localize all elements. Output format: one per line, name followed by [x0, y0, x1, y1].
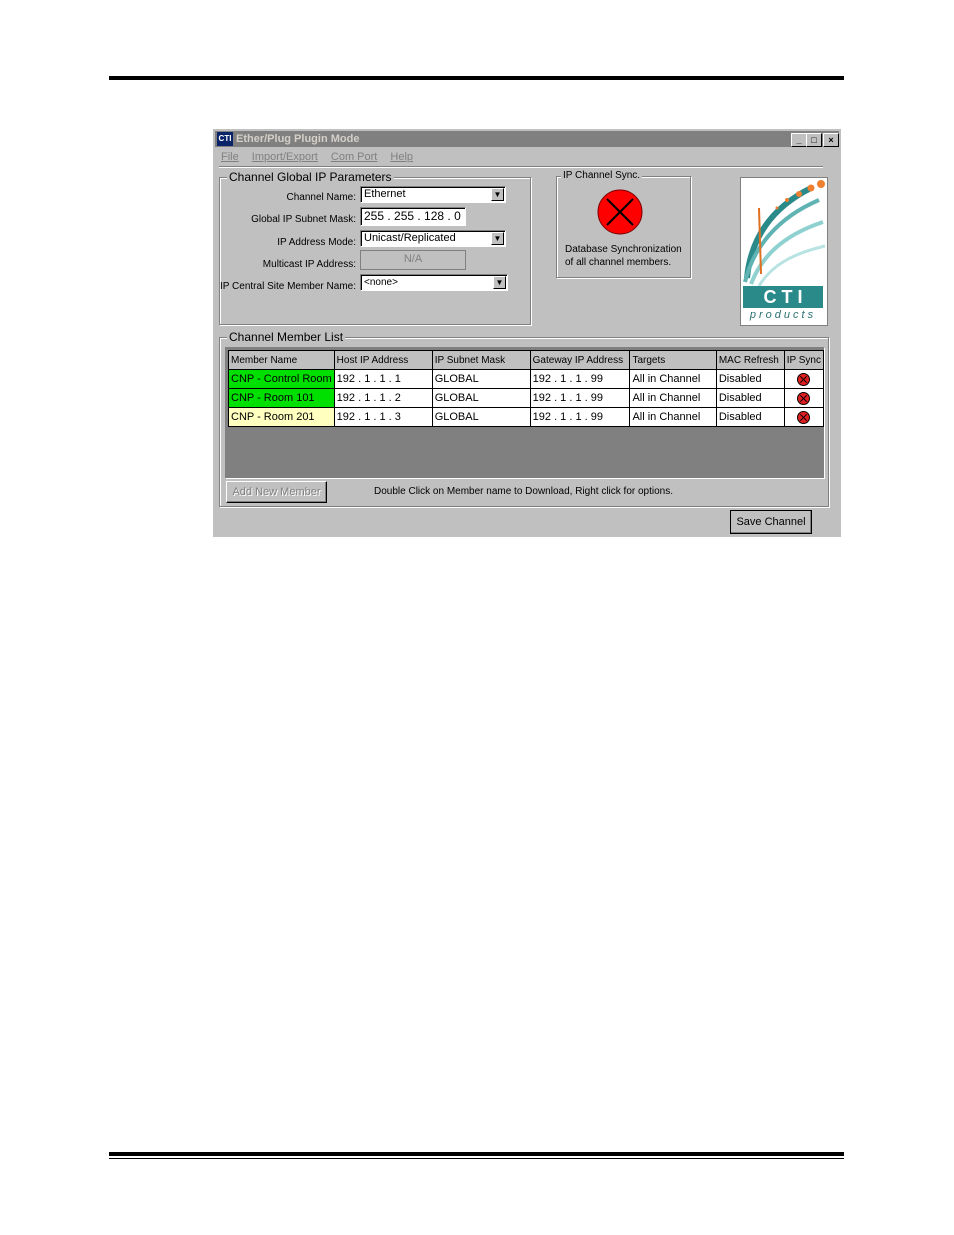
title-bar[interactable]: CTI Ether/Plug Plugin Mode _ □ × — [215, 131, 839, 147]
window-title: Ether/Plug Plugin Mode — [236, 133, 360, 145]
gateway-ip-cell: 192 . 1 . 1 . 99 — [529, 407, 631, 427]
address-mode-label: IP Address Mode: — [277, 237, 356, 248]
logo-brand: C T I — [743, 286, 823, 308]
minimize-button[interactable]: _ — [791, 133, 807, 147]
host-ip-cell: 192 . 1 . 1 . 2 — [333, 388, 433, 408]
menu-import-export[interactable]: Import/Export — [252, 149, 318, 165]
channel-name-value: Ethernet — [364, 188, 406, 200]
subnet-mask-cell: GLOBAL — [431, 407, 531, 427]
sync-error-icon — [597, 189, 643, 235]
central-site-value: <none> — [364, 277, 398, 288]
gateway-ip-cell: 192 . 1 . 1 . 99 — [529, 388, 631, 408]
targets-cell: All in Channel — [629, 369, 717, 389]
member-table: Member Name Host IP Address IP Subnet Ma… — [228, 350, 825, 427]
multicast-input: N/A — [360, 250, 466, 270]
col-member-name[interactable]: Member Name — [228, 350, 335, 370]
col-host-ip[interactable]: Host IP Address — [333, 350, 433, 370]
maximize-button[interactable]: □ — [806, 133, 822, 147]
ip-sync-cell — [783, 388, 825, 408]
logo-swoosh-icon — [743, 180, 826, 286]
app-logo-icon: CTI — [217, 132, 233, 146]
member-name-cell[interactable]: CNP - Control Room — [228, 369, 335, 389]
channel-name-label: Channel Name: — [286, 192, 356, 203]
menu-com-port[interactable]: Com Port — [331, 149, 377, 165]
menu-bar: File Import/Export Com Port Help — [221, 149, 821, 165]
subnet-mask-input[interactable]: 255 . 255 . 128 . 0 — [360, 207, 466, 226]
menu-separator — [219, 166, 823, 168]
address-mode-select[interactable]: Unicast/Replicated ▼ — [360, 230, 506, 247]
col-targets[interactable]: Targets — [629, 350, 717, 370]
menu-file[interactable]: File — [221, 149, 239, 165]
ip-sync-cell — [783, 407, 825, 427]
chevron-down-icon[interactable]: ▼ — [493, 276, 506, 289]
targets-cell: All in Channel — [629, 407, 717, 427]
table-header-row: Member Name Host IP Address IP Subnet Ma… — [228, 350, 825, 370]
col-subnet-mask[interactable]: IP Subnet Mask — [431, 350, 531, 370]
member-hint: Double Click on Member name to Download,… — [374, 486, 674, 497]
chevron-down-icon[interactable]: ▼ — [491, 188, 504, 201]
central-site-label: IP Central Site Member Name: — [220, 281, 356, 292]
add-new-member-button[interactable]: Add New Member — [226, 481, 327, 503]
targets-cell: All in Channel — [629, 388, 717, 408]
gateway-ip-cell: 192 . 1 . 1 . 99 — [529, 369, 631, 389]
table-row[interactable]: CNP - Control Room 192 . 1 . 1 . 1 GLOBA… — [228, 369, 825, 389]
save-channel-button[interactable]: Save Channel — [730, 510, 812, 534]
channel-name-select[interactable]: Ethernet ▼ — [360, 186, 506, 203]
table-row[interactable]: CNP - Room 101 192 . 1 . 1 . 2 GLOBAL 19… — [228, 388, 825, 408]
bottom-rule — [109, 1152, 844, 1156]
col-mac-refresh[interactable]: MAC Refresh — [715, 350, 785, 370]
mac-refresh-cell: Disabled — [715, 388, 785, 408]
col-gateway-ip[interactable]: Gateway IP Address — [529, 350, 631, 370]
logo-sub: products — [749, 309, 817, 321]
sync-line-2: of all channel members. — [565, 257, 672, 268]
address-mode-value: Unicast/Replicated — [364, 232, 456, 244]
sync-error-icon — [797, 372, 811, 386]
member-name-cell[interactable]: CNP - Room 201 — [228, 407, 335, 427]
member-name-cell[interactable]: CNP - Room 101 — [228, 388, 335, 408]
multicast-label: Multicast IP Address: — [262, 259, 356, 270]
sync-error-icon — [797, 410, 811, 424]
central-site-select[interactable]: <none> ▼ — [360, 274, 508, 291]
member-list-legend: Channel Member List — [227, 330, 346, 344]
member-grid[interactable]: Member Name Host IP Address IP Subnet Ma… — [225, 347, 825, 479]
subnet-mask-cell: GLOBAL — [431, 388, 531, 408]
mac-refresh-cell: Disabled — [715, 369, 785, 389]
mac-refresh-cell: Disabled — [715, 407, 785, 427]
host-ip-cell: 192 . 1 . 1 . 1 — [333, 369, 433, 389]
subnet-mask-label: Global IP Subnet Mask: — [251, 214, 356, 225]
cti-logo: C T I products — [740, 177, 828, 326]
top-rule — [109, 76, 844, 80]
sync-legend: IP Channel Sync. — [561, 170, 643, 181]
table-row[interactable]: CNP - Room 201 192 . 1 . 1 . 3 GLOBAL 19… — [228, 407, 825, 427]
menu-help[interactable]: Help — [390, 149, 413, 165]
app-window: CTI Ether/Plug Plugin Mode _ □ × File Im… — [213, 129, 841, 537]
col-ip-sync[interactable]: IP Sync — [783, 350, 825, 370]
host-ip-cell: 192 . 1 . 1 . 3 — [333, 407, 433, 427]
subnet-mask-cell: GLOBAL — [431, 369, 531, 389]
sync-error-icon — [797, 391, 811, 405]
close-button[interactable]: × — [823, 133, 839, 147]
chevron-down-icon[interactable]: ▼ — [491, 232, 504, 245]
ip-sync-cell — [783, 369, 825, 389]
sync-line-1: Database Synchronization — [565, 244, 682, 255]
bottom-rule-thin — [109, 1158, 844, 1159]
global-params-legend: Channel Global IP Parameters — [227, 170, 394, 184]
